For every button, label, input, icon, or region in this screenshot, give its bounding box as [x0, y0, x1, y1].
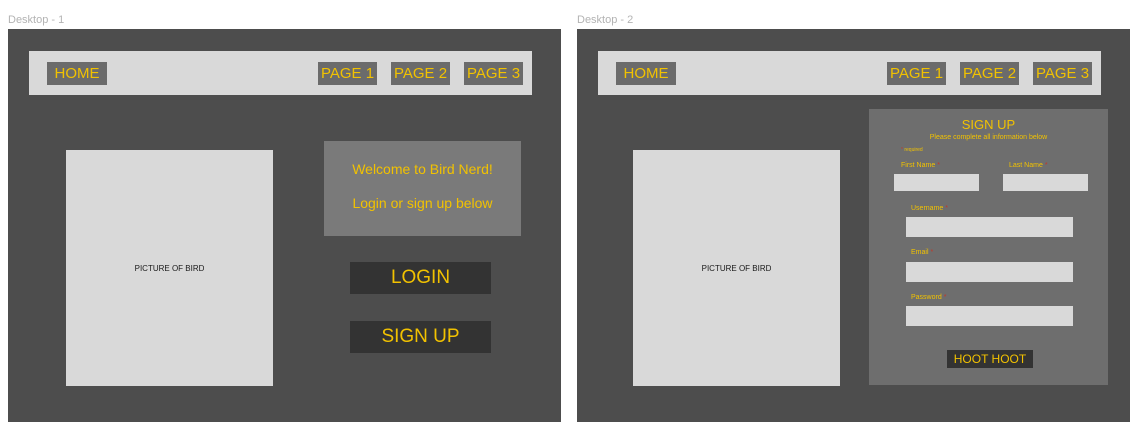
- username-label-text: Username: [911, 205, 944, 212]
- email-input[interactable]: [906, 262, 1073, 282]
- nav-page2-button[interactable]: PAGE 2: [391, 62, 450, 85]
- desktop-2-frame: HOME PAGE 1 PAGE 2 PAGE 3 PICTURE OF BIR…: [577, 29, 1130, 422]
- required-note: * required: [901, 147, 923, 153]
- required-star: *: [930, 249, 934, 256]
- required-star: *: [1044, 162, 1048, 169]
- signup-title: SIGN UP: [961, 117, 1016, 132]
- nav-page3-button[interactable]: PAGE 3: [1033, 62, 1092, 85]
- first-name-label-text: First Name: [901, 162, 936, 169]
- last-name-label: Last Name *: [1009, 162, 1048, 169]
- first-name-input[interactable]: [894, 174, 979, 191]
- nav-home-button[interactable]: HOME: [47, 62, 107, 85]
- desktop-1-frame: HOME PAGE 1 PAGE 2 PAGE 3 PICTURE OF BIR…: [8, 29, 561, 422]
- nav-page2-button[interactable]: PAGE 2: [960, 62, 1019, 85]
- password-input[interactable]: [906, 306, 1073, 326]
- nav-page1-button[interactable]: PAGE 1: [318, 62, 377, 85]
- bird-picture-label: PICTURE OF BIRD: [134, 263, 205, 273]
- signup-button[interactable]: SIGN UP: [350, 321, 491, 353]
- welcome-heading: Welcome to Bird Nerd!: [352, 161, 493, 177]
- password-label: Password *: [911, 294, 946, 301]
- username-label: Username *: [911, 205, 948, 212]
- required-star: *: [943, 294, 947, 301]
- login-button[interactable]: LOGIN: [350, 262, 491, 294]
- nav-bar: HOME PAGE 1 PAGE 2 PAGE 3: [29, 51, 532, 95]
- required-star: *: [937, 162, 940, 169]
- nav-bar: HOME PAGE 1 PAGE 2 PAGE 3: [598, 51, 1101, 95]
- email-label-text: Email: [911, 249, 929, 256]
- welcome-subtext: Login or sign up below: [352, 195, 493, 211]
- required-star: *: [945, 205, 948, 212]
- nav-page3-button[interactable]: PAGE 3: [464, 62, 523, 85]
- bird-picture: PICTURE OF BIRD: [66, 150, 273, 386]
- email-label: Email *: [911, 249, 933, 256]
- bird-picture-label: PICTURE OF BIRD: [701, 263, 772, 273]
- hoot-hoot-submit-button[interactable]: HOOT HOOT: [947, 350, 1033, 368]
- last-name-input[interactable]: [1003, 174, 1088, 191]
- username-input[interactable]: [906, 217, 1073, 237]
- bird-picture: PICTURE OF BIRD: [633, 150, 840, 386]
- nav-page1-button[interactable]: PAGE 1: [887, 62, 946, 85]
- signup-form-panel: SIGN UP Please complete all information …: [869, 109, 1108, 385]
- welcome-box: Welcome to Bird Nerd! Login or sign up b…: [324, 141, 521, 236]
- nav-home-button[interactable]: HOME: [616, 62, 676, 85]
- required-star: *: [901, 147, 903, 153]
- password-label-text: Password: [911, 294, 942, 301]
- first-name-label: First Name *: [901, 162, 940, 169]
- frame-label-desktop-1: Desktop - 1: [8, 14, 65, 26]
- required-note-text: required: [904, 147, 923, 153]
- signup-subtitle: Please complete all information below: [929, 134, 1048, 141]
- last-name-label-text: Last Name: [1009, 162, 1043, 169]
- frame-label-desktop-2: Desktop - 2: [577, 14, 634, 26]
